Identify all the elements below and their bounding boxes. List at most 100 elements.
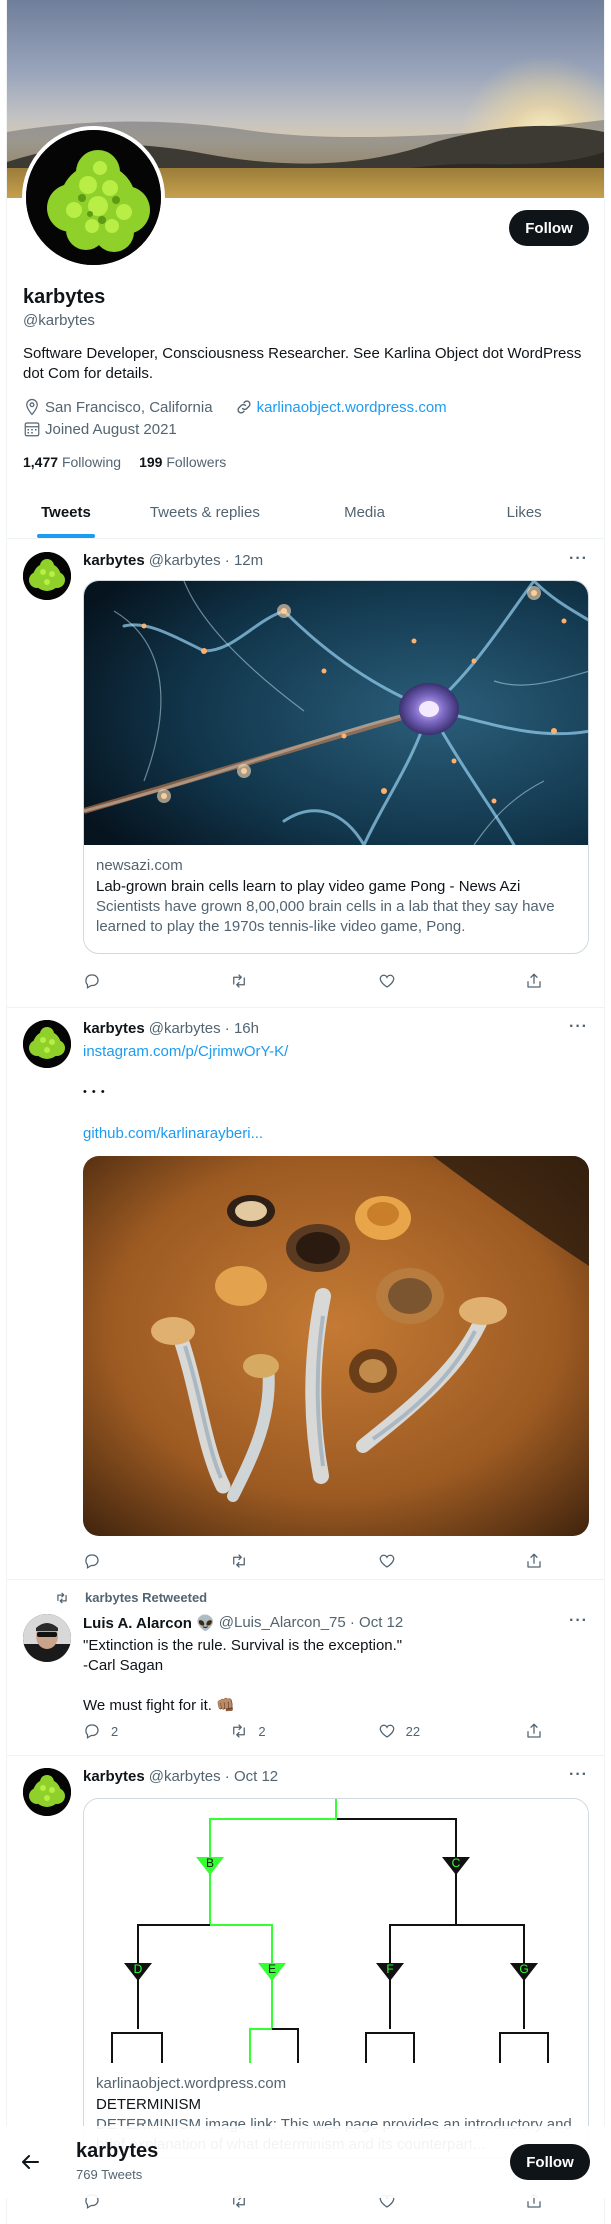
followers-link[interactable]: 199 Followers xyxy=(139,454,226,470)
header-name: karbytes xyxy=(76,2140,159,2162)
card-title: Lab-grown brain cells learn to play vide… xyxy=(96,878,521,895)
tweet-author-handle[interactable]: @karbytes · 12m xyxy=(149,552,263,569)
tab-tweets-replies[interactable]: Tweets & replies xyxy=(125,486,285,538)
retweet-icon xyxy=(233,1724,246,1738)
profile-joined-row: Joined August 2021 xyxy=(23,420,177,438)
reply-button[interactable] xyxy=(83,1552,183,1570)
link-card[interactable]: newsazi.com Lab-grown brain cells learn … xyxy=(83,580,589,954)
reply-icon xyxy=(85,1724,99,1739)
neuron-image xyxy=(84,581,588,845)
follow-button[interactable]: Follow xyxy=(509,210,589,246)
reply-button[interactable]: 2 xyxy=(83,1722,183,1740)
tweet-author-name[interactable]: karbytes xyxy=(83,552,145,569)
avatar[interactable] xyxy=(23,552,71,600)
avatar[interactable] xyxy=(23,1614,71,1662)
header-tweet-count: 769 Tweets xyxy=(76,2167,143,2182)
tree-node-f: F xyxy=(386,1962,393,1976)
tweet-author-handle[interactable]: @Luis_Alarcon_75 · Oct 12 xyxy=(219,1614,404,1632)
tweet[interactable]: karbytes Retweeted Luis A. Alarcon 👽 @Lu… xyxy=(7,1580,604,1756)
reply-icon xyxy=(85,974,99,989)
tweet-actions xyxy=(83,1552,543,1570)
tweet-actions xyxy=(83,972,543,990)
mushrooms-image xyxy=(83,1156,589,1536)
calendar-icon xyxy=(24,422,40,437)
retweeted-banner: karbytes Retweeted xyxy=(55,1590,207,1605)
share-icon xyxy=(527,973,541,988)
share-button[interactable] xyxy=(525,972,543,990)
tweet[interactable]: karbytes @karbytes · 12m ··· newsazi.com… xyxy=(7,540,604,1008)
like-button[interactable]: 22 xyxy=(378,1722,478,1740)
like-button[interactable] xyxy=(378,972,478,990)
more-options-icon[interactable]: ··· xyxy=(569,550,588,568)
link-card[interactable]: B C D E F G karlinaobject.wordpress.com … xyxy=(83,1798,589,2158)
tab-likes[interactable]: Likes xyxy=(444,486,604,538)
tree-node-b: B xyxy=(206,1856,214,1870)
profile-joined: Joined August 2021 xyxy=(45,420,177,438)
tree-node-g: G xyxy=(519,1962,528,1976)
profile-name: karbytes xyxy=(23,286,106,308)
back-arrow-icon[interactable] xyxy=(18,2150,42,2174)
profile-bio: Software Developer, Consciousness Resear… xyxy=(23,345,582,382)
tree-node-e: E xyxy=(268,1962,276,1976)
header-follow-button[interactable]: Follow xyxy=(510,2144,590,2180)
tweet-author-name[interactable]: Luis A. Alarcon 👽 xyxy=(83,1614,215,1632)
like-button[interactable] xyxy=(378,1552,478,1570)
retweet-icon xyxy=(57,1592,67,1603)
heart-icon xyxy=(379,1554,394,1568)
share-button[interactable] xyxy=(525,1552,543,1570)
tweet-header: Luis A. Alarcon 👽 @Luis_Alarcon_75 · Oct… xyxy=(83,1614,403,1632)
tree-node-d: D xyxy=(134,1962,143,1976)
tweet-author-handle[interactable]: @karbytes · 16h xyxy=(149,1020,259,1037)
tweet-dots: • • • xyxy=(83,1086,106,1098)
share-button[interactable] xyxy=(525,1722,543,1740)
tree-node-c: C xyxy=(452,1856,461,1870)
heart-icon xyxy=(379,974,394,988)
tweet-actions: 2 2 22 xyxy=(83,1722,543,1740)
profile-meta-row: San Francisco, California karlinaobject.… xyxy=(23,398,447,416)
instagram-link[interactable]: instagram.com/p/CjrimwOrY-K/ xyxy=(83,1043,288,1060)
tweet-author-name[interactable]: karbytes xyxy=(83,1768,145,1785)
reply-count: 2 xyxy=(111,1723,119,1739)
tweet-header: karbytes @karbytes · Oct 12 xyxy=(83,1768,278,1785)
sticky-profile-header: karbytes 769 Tweets Follow xyxy=(6,2126,605,2198)
retweet-button[interactable]: 2 xyxy=(230,1722,330,1740)
reply-icon xyxy=(85,1554,99,1569)
retweet-count: 2 xyxy=(258,1723,266,1739)
tweet-header: karbytes @karbytes · 12m xyxy=(83,552,263,569)
avatar[interactable] xyxy=(23,1768,71,1816)
card-description: Scientists have grown 8,00,000 brain cel… xyxy=(96,898,555,935)
tab-tweets[interactable]: Tweets xyxy=(7,486,125,538)
card-title: DETERMINISM xyxy=(96,2096,201,2113)
tweet-text: github.com/karlinarayberi... xyxy=(83,1124,583,1144)
tab-media[interactable]: Media xyxy=(285,486,445,538)
avatar[interactable] xyxy=(23,1020,71,1068)
tweet-author-handle[interactable]: @karbytes · Oct 12 xyxy=(149,1768,278,1785)
mushroom-photo[interactable] xyxy=(83,1156,589,1536)
github-link[interactable]: github.com/karlinarayberi... xyxy=(83,1125,263,1142)
more-options-icon[interactable]: ··· xyxy=(569,1018,588,1036)
profile-website-link[interactable]: karlinaobject.wordpress.com xyxy=(257,399,447,416)
profile-avatar[interactable] xyxy=(22,126,165,269)
tweet-text: instagram.com/p/CjrimwOrY-K/ xyxy=(83,1042,583,1062)
link-icon xyxy=(237,400,251,414)
retweet-icon xyxy=(233,1554,246,1568)
profile-location: San Francisco, California xyxy=(45,398,213,416)
location-icon xyxy=(26,398,38,416)
share-icon xyxy=(527,1553,541,1568)
follow-counts: 1,477 Following 199 Followers xyxy=(23,454,226,470)
heart-icon xyxy=(379,1724,394,1738)
tweet-author-name[interactable]: karbytes xyxy=(83,1020,145,1037)
profile-handle: @karbytes xyxy=(23,312,95,329)
tweet[interactable]: karbytes @karbytes · 16h ··· instagram.c… xyxy=(7,1008,604,1580)
more-options-icon[interactable]: ··· xyxy=(569,1612,588,1630)
retweet-button[interactable] xyxy=(230,1552,330,1570)
tweet-text: "Extinction is the rule. Survival is the… xyxy=(83,1637,403,1714)
reply-button[interactable] xyxy=(83,972,183,990)
card-domain: karlinaobject.wordpress.com xyxy=(96,2075,287,2092)
more-options-icon[interactable]: ··· xyxy=(569,1766,588,1784)
profile-tabs: Tweets Tweets & replies Media Likes xyxy=(7,486,604,539)
like-count: 22 xyxy=(405,1723,421,1739)
retweet-button[interactable] xyxy=(230,972,330,990)
share-icon xyxy=(527,1723,541,1738)
following-link[interactable]: 1,477 Following xyxy=(23,454,121,470)
